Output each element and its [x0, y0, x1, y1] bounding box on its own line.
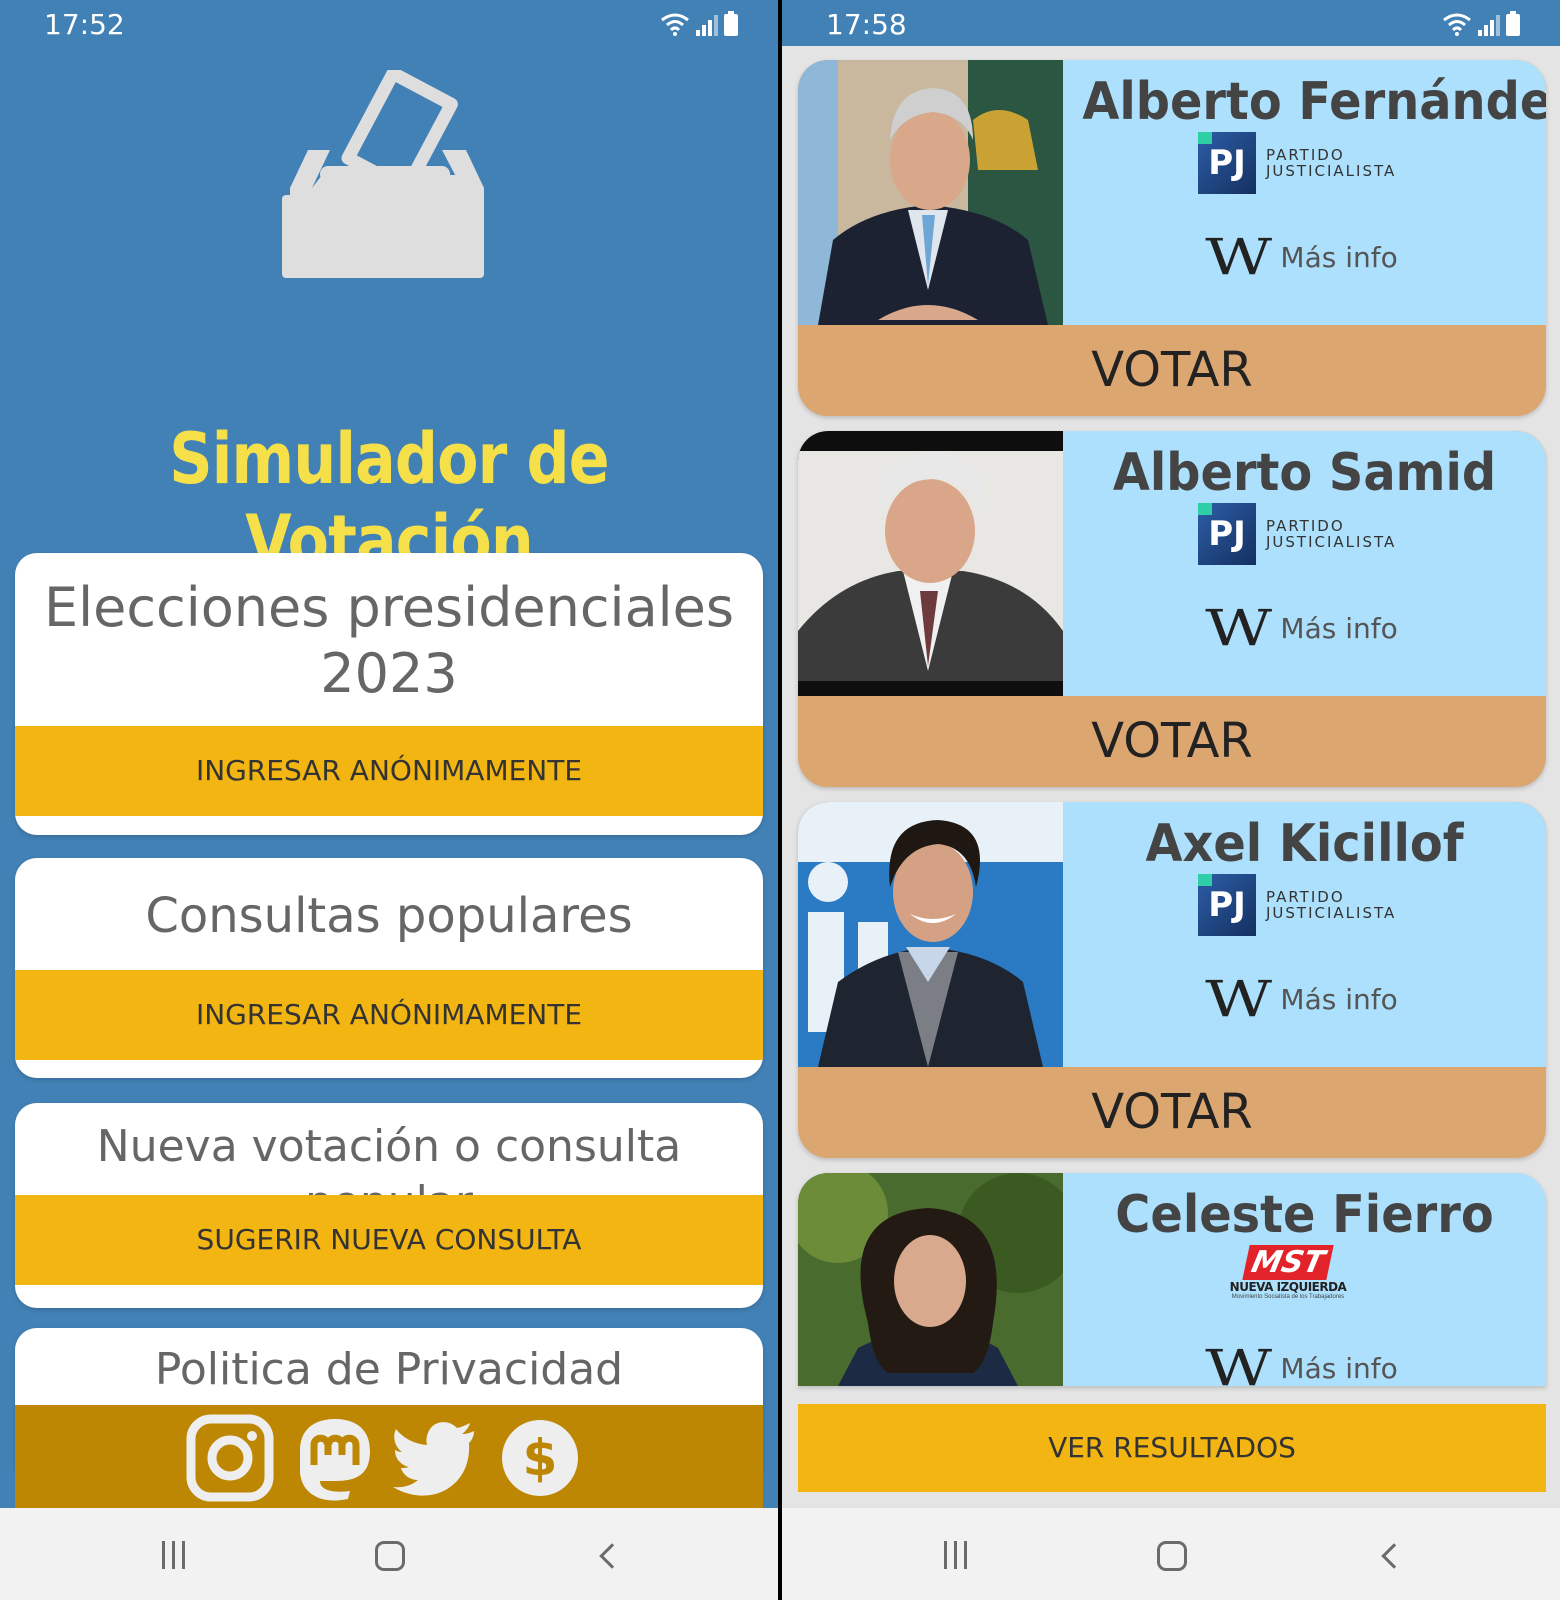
view-results-button[interactable]: VER RESULTADOS [798, 1404, 1546, 1492]
candidate-card: Alberto Samid PJ PARTIDO JUSTICIALISTA W… [798, 431, 1546, 787]
party-logo: PJ PARTIDO JUSTICIALISTA [1198, 874, 1396, 936]
right-screen: 17:58 Alberto Fernández PJ PARTIDO JUSTI… [782, 0, 1560, 1600]
nav-bar [782, 1508, 1560, 1600]
party-name-line2: Movimiento Socialista de los Trabajadore… [1231, 1294, 1345, 1300]
instagram-icon[interactable] [185, 1413, 275, 1503]
wikipedia-icon: W [1205, 228, 1273, 286]
ballot-box-icon [282, 70, 484, 278]
candidate-info: Alberto Samid PJ PARTIDO JUSTICIALISTA W… [798, 431, 1546, 696]
card-title: Elecciones presidenciales 2023 [43, 576, 735, 705]
candidate-name: Alberto Samid [1112, 443, 1497, 503]
home-button[interactable] [1152, 1538, 1192, 1574]
more-info-link[interactable]: W Más info [1205, 974, 1398, 1024]
mastodon-icon[interactable] [290, 1413, 380, 1503]
recent-apps-button[interactable] [935, 1538, 975, 1574]
wifi-icon [1443, 13, 1471, 36]
candidate-info: Celeste Fierro MST NUEVA IZQUIERDA Movim… [798, 1173, 1546, 1386]
card-popular-consultations: Consultas populares INGRESAR ANÓNIMAMENT… [15, 858, 763, 1078]
signal-icon [1478, 14, 1500, 36]
more-info-label: Más info [1280, 1351, 1398, 1385]
mst-logo-icon: MST [1242, 1245, 1334, 1280]
candidate-card: Alberto Fernández PJ PARTIDO JUSTICIALIS… [798, 60, 1546, 416]
more-info-link[interactable]: W Más info [1205, 1343, 1398, 1386]
status-icons [1442, 10, 1520, 36]
party-name-line2: JUSTICIALISTA [1266, 533, 1397, 551]
home-icon [1157, 1541, 1187, 1571]
battery-icon [1506, 11, 1520, 36]
candidate-photo [798, 431, 1063, 696]
home-icon [375, 1541, 405, 1571]
vote-button[interactable]: VOTAR [798, 1067, 1546, 1158]
wikipedia-icon: W [1205, 1339, 1273, 1386]
signal-icon [696, 14, 718, 36]
more-info-label: Más info [1280, 982, 1398, 1016]
back-icon [1381, 1543, 1407, 1569]
nav-bar [0, 1508, 778, 1600]
back-icon [599, 1543, 625, 1569]
back-button[interactable] [588, 1538, 628, 1574]
candidate-info: Alberto Fernández PJ PARTIDO JUSTICIALIS… [798, 60, 1546, 325]
status-time: 17:58 [826, 8, 907, 41]
wikipedia-icon: W [1205, 970, 1273, 1028]
party-name-line1: NUEVA IZQUIERDA [1229, 1280, 1347, 1294]
enter-anonymously-button[interactable]: INGRESAR ANÓNIMAMENTE [15, 970, 763, 1060]
candidate-card: Celeste Fierro MST NUEVA IZQUIERDA Movim… [798, 1173, 1546, 1386]
party-name-line1: PARTIDO [1266, 888, 1345, 906]
vote-button[interactable]: VOTAR [798, 696, 1546, 787]
suggest-new-consultation-button[interactable]: SUGERIR NUEVA CONSULTA [15, 1195, 763, 1285]
svg-text:$: $ [523, 1429, 558, 1487]
party-name-line2: JUSTICIALISTA [1266, 904, 1397, 922]
more-info-link[interactable]: W Más info [1205, 232, 1398, 282]
candidate-photo [798, 1173, 1063, 1386]
enter-anonymously-button[interactable]: INGRESAR ANÓNIMAMENTE [15, 726, 763, 816]
pj-logo-icon: PJ [1198, 132, 1256, 194]
status-bar: 17:58 [782, 0, 1560, 46]
card-title: Consultas populares [145, 888, 633, 944]
party-name-line1: PARTIDO [1266, 517, 1345, 535]
pj-logo-icon: PJ [1198, 874, 1256, 936]
candidate-photo [798, 60, 1063, 325]
status-time: 17:52 [44, 8, 125, 41]
candidate-name: Alberto Fernández [1082, 72, 1546, 132]
candidate-name: Celeste Fierro [1115, 1185, 1494, 1245]
party-logo: PJ PARTIDO JUSTICIALISTA [1198, 132, 1396, 194]
back-button[interactable] [1370, 1538, 1410, 1574]
status-bar: 17:52 [0, 0, 778, 46]
card-presidential-elections: Elecciones presidenciales 2023 INGRESAR … [15, 553, 763, 835]
home-button[interactable] [370, 1538, 410, 1574]
wifi-icon [661, 13, 689, 36]
recent-apps-icon [943, 1541, 967, 1571]
wikipedia-icon: W [1205, 599, 1273, 657]
twitter-icon[interactable] [390, 1413, 480, 1503]
social-bar: $ [15, 1405, 763, 1508]
vote-button[interactable]: VOTAR [798, 325, 1546, 416]
privacy-policy-link[interactable]: Politica de Privacidad [15, 1328, 763, 1398]
dollar-icon[interactable]: $ [495, 1413, 585, 1503]
candidate-card: Axel Kicillof PJ PARTIDO JUSTICIALISTA W… [798, 802, 1546, 1158]
more-info-label: Más info [1280, 611, 1398, 645]
pj-logo-icon: PJ [1198, 503, 1256, 565]
party-logo: PJ PARTIDO JUSTICIALISTA [1198, 503, 1396, 565]
recent-apps-icon [161, 1541, 185, 1571]
more-info-label: Más info [1280, 240, 1398, 274]
status-icons [660, 10, 738, 36]
candidate-photo [798, 802, 1063, 1067]
candidate-info: Axel Kicillof PJ PARTIDO JUSTICIALISTA W… [798, 802, 1546, 1067]
battery-icon [724, 11, 738, 36]
party-logo: MST NUEVA IZQUIERDA Movimiento Socialist… [1223, 1245, 1353, 1300]
recent-apps-button[interactable] [153, 1538, 193, 1574]
party-name-line1: PARTIDO [1266, 146, 1345, 164]
more-info-link[interactable]: W Más info [1205, 603, 1398, 653]
candidate-name: Axel Kicillof [1145, 814, 1464, 874]
card-new-consultation: Nueva votación o consulta popular SUGERI… [15, 1103, 763, 1308]
party-name-line2: JUSTICIALISTA [1266, 162, 1397, 180]
left-screen: 17:52 Simulador de Votación Elecciones p… [0, 0, 778, 1600]
